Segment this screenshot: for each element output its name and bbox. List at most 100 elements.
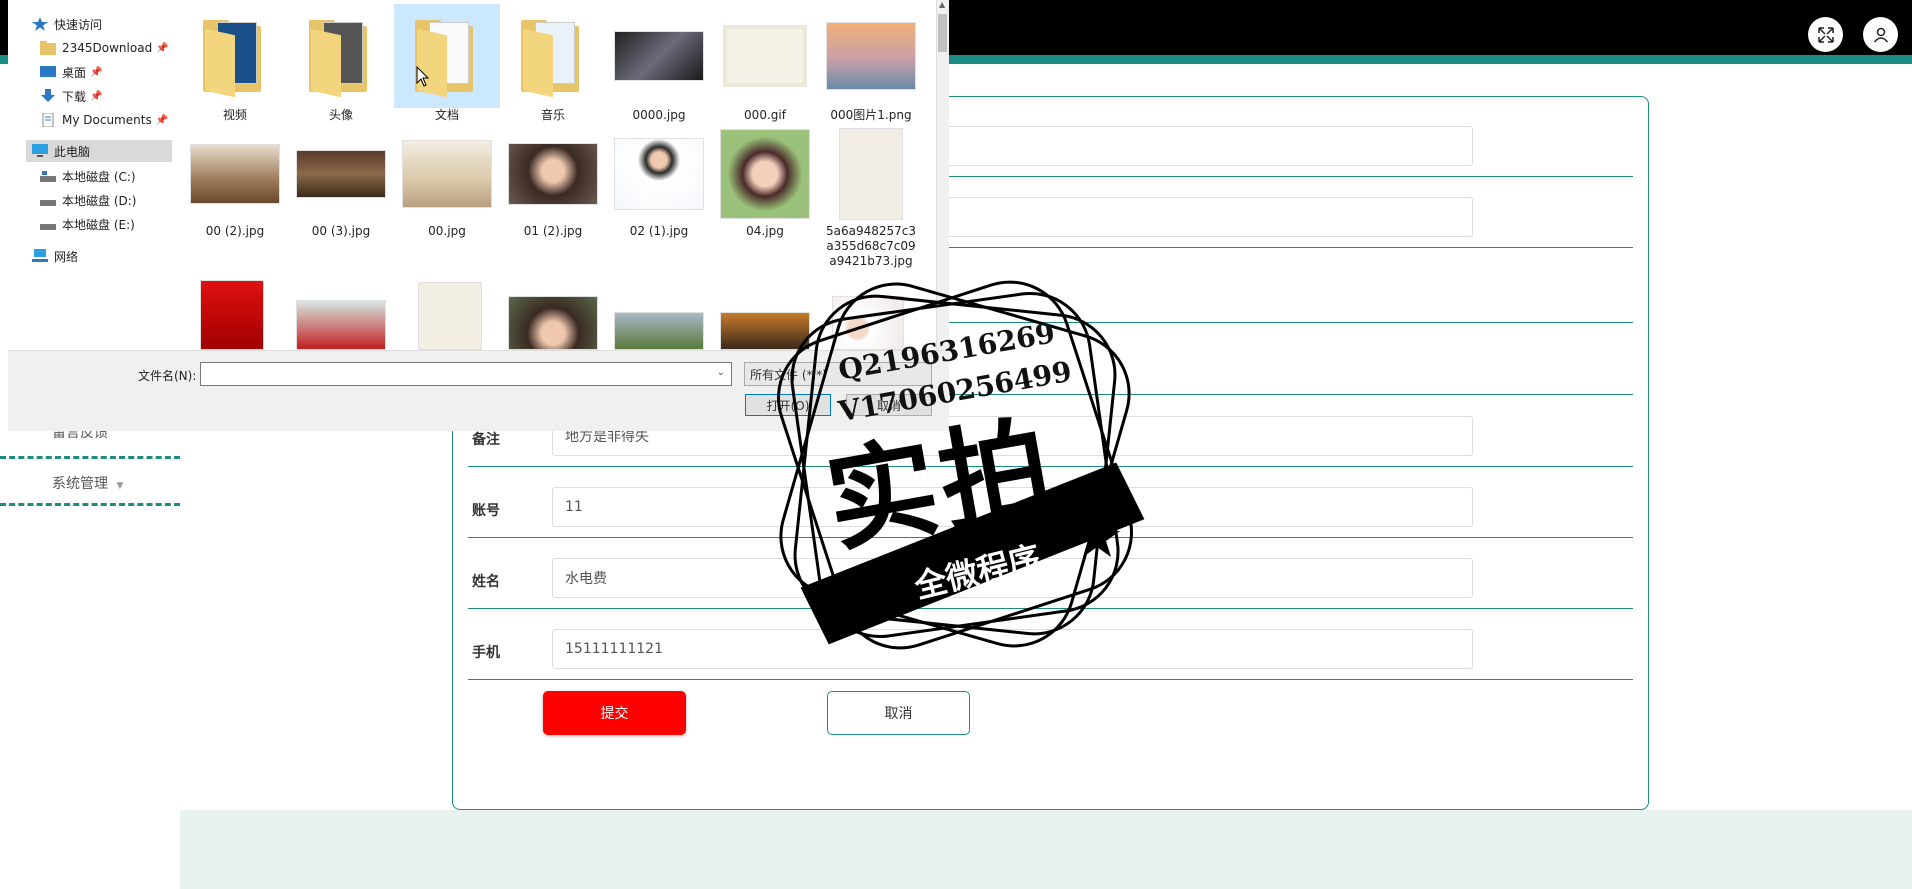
footer xyxy=(180,810,1912,889)
image-thumbnail xyxy=(614,312,704,350)
account-label: 账号 xyxy=(472,503,500,519)
image-thumbnail xyxy=(508,296,598,350)
pin-icon: 📌 xyxy=(156,42,169,54)
row-divider xyxy=(468,679,1633,680)
name-value: 水电费 xyxy=(565,571,607,587)
file-item-04-jpg[interactable]: 04.jpg xyxy=(712,124,818,239)
nav-label: 本地磁盘 (E:) xyxy=(62,217,135,232)
image-thumbnail xyxy=(826,22,916,90)
mouse-cursor-icon xyxy=(416,66,430,87)
image-thumbnail xyxy=(296,300,386,350)
file-item-00-2-jpg[interactable]: 00 (2).jpg xyxy=(182,124,288,239)
file-item-000-gif[interactable]: 000.gif xyxy=(712,4,818,123)
nav-label: 2345Download xyxy=(62,41,153,55)
file-name: 000图片1.png xyxy=(830,108,912,122)
nav-item-2345download[interactable]: 2345Download 📌 xyxy=(40,37,169,59)
nav-this-pc[interactable]: 此电脑 xyxy=(26,140,172,162)
navigation-pane: 快速访问 2345Download 📌 桌面 📌 下载 📌 My Documents 📌… xyxy=(8,0,176,350)
nav-label: 快速访问 xyxy=(54,17,103,32)
expand-icon xyxy=(1817,26,1834,43)
file-name: 00 (3).jpg xyxy=(311,224,371,238)
file-item-5a6a948257-jpg[interactable]: 5a6a948257c3a355d68c7c09a9421b73.jpg xyxy=(818,124,924,269)
sidebar-item-system[interactable]: 系统管理 ▼ xyxy=(52,473,123,493)
folder-icon xyxy=(309,18,373,98)
sidebar-divider xyxy=(0,456,180,459)
network-icon xyxy=(32,249,48,262)
image-thumbnail xyxy=(402,140,492,208)
document-icon xyxy=(42,113,54,127)
nav-quick-access[interactable]: 快速访问 xyxy=(32,13,102,35)
nav-item-desktop[interactable]: 桌面 📌 xyxy=(40,61,102,83)
nav-label: My Documents xyxy=(62,113,152,127)
fullscreen-button[interactable] xyxy=(1808,17,1843,52)
user-button[interactable] xyxy=(1863,17,1898,52)
account-value: 11 xyxy=(565,499,583,515)
file-name: 视频 xyxy=(222,108,247,122)
file-name: 文档 xyxy=(434,108,459,122)
watermark-stamp: Q2196316269 V17060256499 实拍 全微程序 xyxy=(745,255,1165,675)
sidebar-divider xyxy=(0,503,180,506)
file-item-00-jpg[interactable]: 00.jpg xyxy=(394,124,500,239)
filename-label: 文件名(N): xyxy=(138,369,197,383)
image-thumbnail xyxy=(839,128,903,220)
folder-icon xyxy=(521,18,585,98)
file-name: 00.jpg xyxy=(428,224,466,238)
pin-icon: 📌 xyxy=(90,66,103,78)
image-thumbnail xyxy=(614,138,704,210)
phone-value: 15111111121 xyxy=(565,641,663,657)
file-item-01-2-jpg[interactable]: 01 (2).jpg xyxy=(500,124,606,239)
file-item-02-1-jpg[interactable]: 02 (1).jpg xyxy=(606,124,712,239)
phone-label: 手机 xyxy=(472,645,500,661)
nav-label: 此电脑 xyxy=(54,144,91,159)
desktop-icon xyxy=(40,66,56,77)
nav-label: 下载 xyxy=(62,89,87,104)
nav-drive-d[interactable]: 本地磁盘 (D:) xyxy=(40,189,136,211)
remark-label: 备注 xyxy=(472,432,500,448)
nav-item-my-documents[interactable]: My Documents 📌 xyxy=(40,109,168,131)
computer-icon xyxy=(32,144,48,157)
file-item-documents[interactable]: 文档 xyxy=(394,4,500,123)
file-name: 000.gif xyxy=(744,108,786,122)
file-name: 头像 xyxy=(328,108,353,122)
nav-network[interactable]: 网络 xyxy=(32,245,78,267)
file-item-avatar[interactable]: 头像 xyxy=(288,4,394,123)
download-icon xyxy=(41,89,55,102)
nav-label: 网络 xyxy=(54,249,79,264)
file-item-000image1-png[interactable]: 000图片1.png xyxy=(818,4,924,123)
file-item-00-3-jpg[interactable]: 00 (3).jpg xyxy=(288,124,394,239)
scrollbar-thumb[interactable] xyxy=(938,14,947,52)
image-thumbnail xyxy=(720,129,810,219)
submit-button[interactable]: 提交 xyxy=(543,691,686,735)
scroll-up-icon: ▲ xyxy=(939,0,946,9)
image-thumbnail xyxy=(508,143,598,205)
user-icon xyxy=(1873,27,1888,42)
file-item-0000-jpg[interactable]: 0000.jpg xyxy=(606,4,712,123)
image-thumbnail xyxy=(723,25,807,87)
filename-input[interactable]: ⌄ xyxy=(200,362,732,386)
nav-item-downloads[interactable]: 下载 📌 xyxy=(40,85,102,107)
sidebar-item-label: 系统管理 xyxy=(52,476,108,492)
image-thumbnail xyxy=(190,144,280,204)
folder-icon xyxy=(203,18,267,98)
pin-icon: 📌 xyxy=(90,90,103,102)
file-name: 02 (1).jpg xyxy=(629,224,689,238)
file-name: 0000.jpg xyxy=(632,108,686,122)
nav-label: 桌面 xyxy=(62,65,87,80)
file-item-music[interactable]: 音乐 xyxy=(500,4,606,123)
chevron-down-icon: ⌄ xyxy=(716,367,725,378)
folder-icon xyxy=(40,41,56,55)
cancel-button[interactable]: 取消 xyxy=(827,691,970,735)
caret-down-icon: ▼ xyxy=(116,481,124,491)
name-label: 姓名 xyxy=(472,574,500,590)
nav-drive-e[interactable]: 本地磁盘 (E:) xyxy=(40,213,135,235)
file-item-videos[interactable]: 视频 xyxy=(182,4,288,123)
nav-drive-c[interactable]: 本地磁盘 (C:) xyxy=(40,165,136,187)
image-thumbnail xyxy=(296,150,386,198)
image-thumbnail xyxy=(200,280,264,350)
star-icon xyxy=(32,17,48,31)
drive-icon xyxy=(40,224,56,230)
drive-icon xyxy=(40,171,56,182)
drive-icon xyxy=(40,200,56,206)
pin-icon: 📌 xyxy=(155,114,169,126)
file-name: 04.jpg xyxy=(746,224,784,238)
